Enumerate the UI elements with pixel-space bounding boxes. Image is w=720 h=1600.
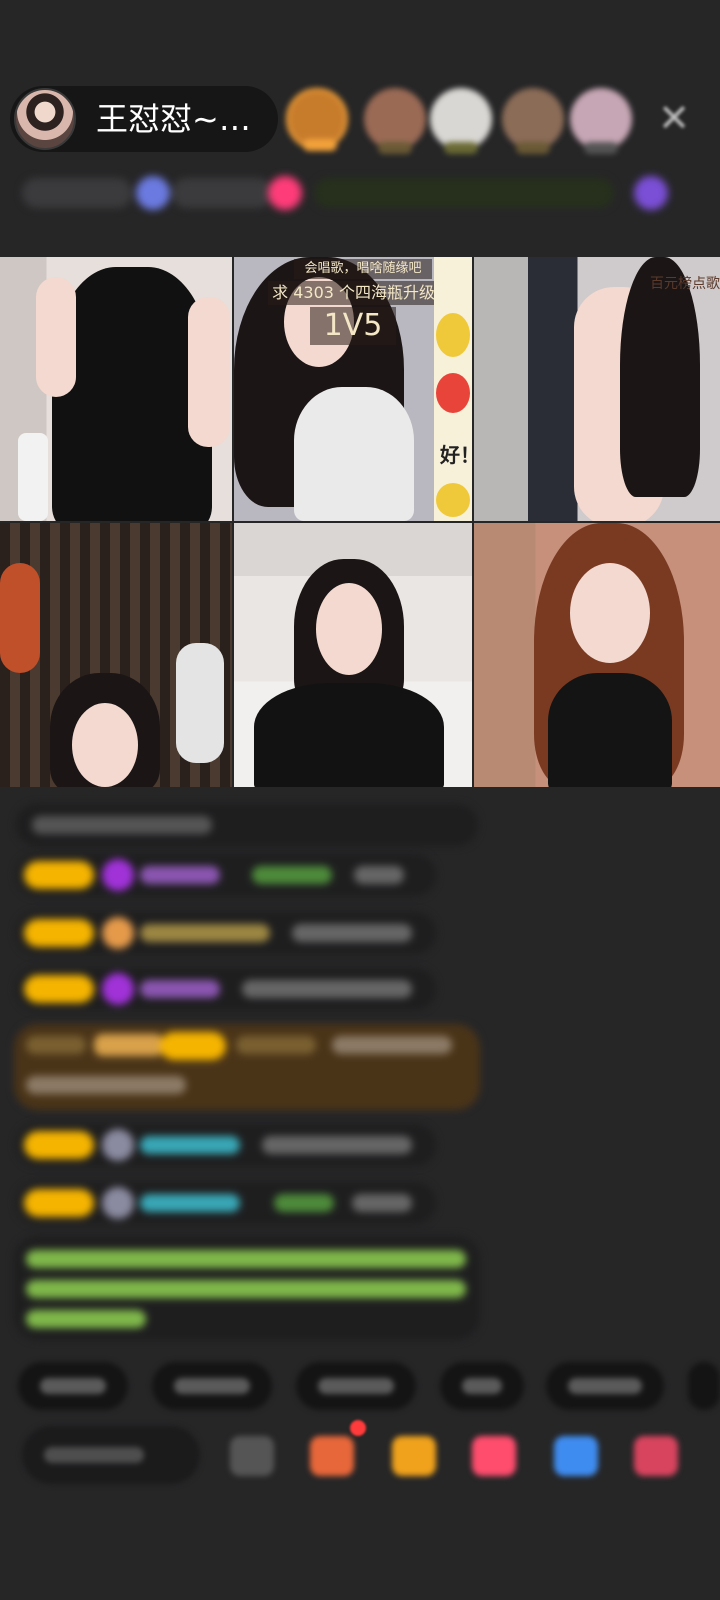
heart-icon[interactable] (472, 1436, 516, 1476)
stat-chip[interactable] (172, 178, 272, 208)
streamer-slogan: 会唱歌，唱啥随缘吧 (294, 259, 432, 279)
user-level-badge (24, 1131, 94, 1159)
plant-decoration (0, 563, 40, 673)
live-stats-bar[interactable] (22, 170, 692, 216)
quick-reply-chip-1[interactable] (18, 1362, 128, 1410)
streamer-body (548, 673, 672, 787)
host-avatar[interactable] (14, 88, 76, 150)
chat-announcement (14, 1236, 480, 1340)
streamer-body (294, 387, 414, 521)
quick-reply-chip-2[interactable] (152, 1362, 272, 1410)
chat-message (16, 854, 436, 896)
video-tile-4[interactable] (0, 523, 232, 787)
game-icon[interactable] (554, 1436, 598, 1476)
avatar (102, 1187, 134, 1219)
streamer-body (254, 683, 444, 787)
host-name: 王怼怼~… (96, 100, 251, 138)
streamer-arm (36, 277, 76, 397)
stat-icon (136, 176, 170, 210)
treasure-icon[interactable] (392, 1436, 436, 1476)
emoji-icon[interactable] (230, 1436, 274, 1476)
chat-input[interactable] (22, 1426, 200, 1484)
chat-highlight-message (14, 1024, 480, 1110)
song-request-label: 百元榜点歌 (650, 276, 720, 292)
chat-message (16, 912, 436, 954)
video-tile-6[interactable] (474, 523, 720, 787)
cartoon-sticker: 好！ (434, 257, 472, 521)
user-level-badge (24, 1189, 94, 1217)
user-level-badge (24, 919, 94, 947)
streamer-face (570, 563, 650, 663)
stat-icon (634, 176, 668, 210)
quick-reply-chip-4[interactable] (440, 1362, 524, 1410)
close-icon[interactable]: ✕ (652, 96, 696, 140)
stat-chip[interactable] (314, 178, 614, 208)
video-tile-2[interactable]: 会唱歌，唱啥随缘吧 求 4303 个四海瓶升级~~ 1V5 好！ (234, 257, 472, 521)
store-icon[interactable] (634, 1436, 678, 1476)
stat-chip[interactable] (22, 178, 132, 208)
top-viewer-avatar-2[interactable] (364, 88, 426, 154)
stat-icon (268, 176, 302, 210)
gift-box-icon[interactable] (310, 1436, 354, 1476)
chat-message (16, 968, 436, 1010)
top-viewer-avatar-1[interactable] (286, 88, 348, 151)
chat-system-message (16, 804, 478, 846)
quick-reply-chip-5[interactable] (546, 1362, 664, 1410)
quick-reply-chip-6[interactable] (688, 1362, 720, 1410)
top-viewer-avatar-3[interactable] (430, 88, 492, 154)
streamer-hair (620, 257, 700, 497)
teddy-bear (176, 643, 224, 763)
notification-dot (350, 1420, 366, 1436)
shield-icon (102, 917, 134, 949)
user-level-badge (24, 975, 94, 1003)
streamer-face (72, 703, 138, 787)
video-tile-5[interactable] (234, 523, 472, 787)
streamer-face (316, 583, 382, 675)
video-tile-1[interactable] (0, 257, 232, 521)
streamer-arm (188, 297, 230, 447)
host-info-pill[interactable]: 王怼怼~… (10, 86, 278, 152)
video-tile-3[interactable]: 百元榜点歌 (474, 257, 720, 521)
chat-message (16, 1182, 436, 1224)
top-viewer-avatar-5[interactable] (570, 88, 632, 154)
top-viewer-avatar-4[interactable] (502, 88, 564, 154)
gem-icon (102, 973, 134, 1005)
gem-icon (102, 859, 134, 891)
microphone (18, 433, 48, 521)
chat-message (16, 1124, 436, 1166)
pk-mode-label: 1V5 (310, 307, 396, 345)
multi-guest-video-grid: 会唱歌，唱啥随缘吧 求 4303 个四海瓶升级~~ 1V5 好！ 百元榜点歌 (0, 257, 720, 787)
user-level-badge (24, 861, 94, 889)
avatar (102, 1129, 134, 1161)
quick-reply-chip-3[interactable] (296, 1362, 416, 1410)
